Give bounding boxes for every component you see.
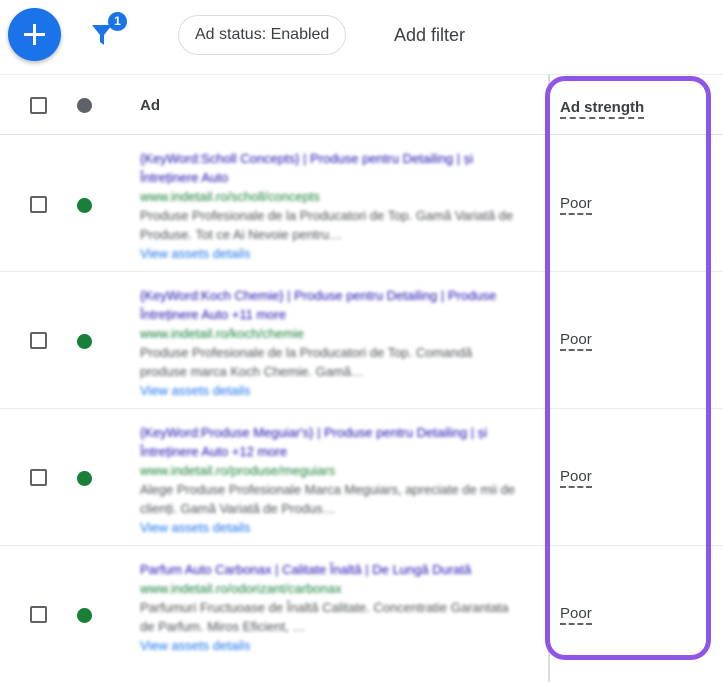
column-header-ad-strength[interactable]: Ad strength [560,99,645,119]
ad-headline[interactable]: Parfum Auto Carbonax | Calitate Înaltă |… [140,560,520,579]
table-row: {KeyWord:Scholl Concepts} | Produse pent… [0,135,723,272]
table-row: {KeyWord:Koch Chemie} | Produse pentru D… [0,272,723,409]
ad-description: Parfumuri Fructuoase de Înaltă Calitate.… [140,600,509,634]
ad-description: Produse Profesionale de la Producatori d… [140,345,473,379]
add-filter-button[interactable]: Add filter [394,25,465,46]
filter-count-badge: 1 [108,12,127,31]
ad-preview: {KeyWord:Scholl Concepts} | Produse pent… [140,149,520,263]
toolbar: 1 Ad status: Enabled Add filter [0,0,723,74]
ad-url: www.indetail.ro/odorizant/carbonax [140,581,342,596]
status-header-icon[interactable] [77,98,92,113]
table-header: Ad Ad strength [0,74,723,135]
ad-description: Alege Produse Profesionale Marca Meguiar… [140,482,516,516]
ad-headline[interactable]: {KeyWord:Scholl Concepts} | Produse pent… [140,149,520,187]
row-checkbox[interactable] [30,606,47,623]
ad-strength-value[interactable]: Poor [560,331,592,351]
select-all-checkbox[interactable] [30,97,47,114]
view-assets-link[interactable]: View assets details [140,518,520,537]
ad-headline[interactable]: {KeyWord:Koch Chemie} | Produse pentru D… [140,286,520,324]
ad-strength-value[interactable]: Poor [560,605,592,625]
row-checkbox[interactable] [30,196,47,213]
table-row: {KeyWord:Produse Meguiar's} | Produse pe… [0,409,723,546]
ad-strength-value[interactable]: Poor [560,195,592,215]
view-assets-link[interactable]: View assets details [140,381,520,400]
ad-preview: Parfum Auto Carbonax | Calitate Înaltă |… [140,560,520,655]
ad-url: www.indetail.ro/koch/chemie [140,326,305,341]
plus-icon [24,24,45,45]
ad-preview: {KeyWord:Produse Meguiar's} | Produse pe… [140,423,520,537]
row-checkbox[interactable] [30,469,47,486]
create-button[interactable] [8,8,61,61]
status-enabled-icon [77,471,92,486]
ad-strength-value[interactable]: Poor [560,468,592,488]
row-checkbox[interactable] [30,332,47,349]
status-enabled-icon [77,198,92,213]
ad-url: www.indetail.ro/produse/meguiars [140,463,336,478]
view-assets-link[interactable]: View assets details [140,244,520,263]
filter-chip-ad-status[interactable]: Ad status: Enabled [178,15,347,55]
ad-headline[interactable]: {KeyWord:Produse Meguiar's} | Produse pe… [140,423,520,461]
column-divider [548,74,550,682]
column-header-ad[interactable]: Ad [140,97,160,114]
ad-description: Produse Profesionale de la Producatori d… [140,208,514,242]
ad-preview: {KeyWord:Koch Chemie} | Produse pentru D… [140,286,520,400]
view-assets-link[interactable]: View assets details [140,636,520,655]
table-row: Parfum Auto Carbonax | Calitate Înaltă |… [0,546,723,683]
status-enabled-icon [77,608,92,623]
ad-url: www.indetail.ro/scholl/concepts [140,189,320,204]
status-enabled-icon [77,334,92,349]
